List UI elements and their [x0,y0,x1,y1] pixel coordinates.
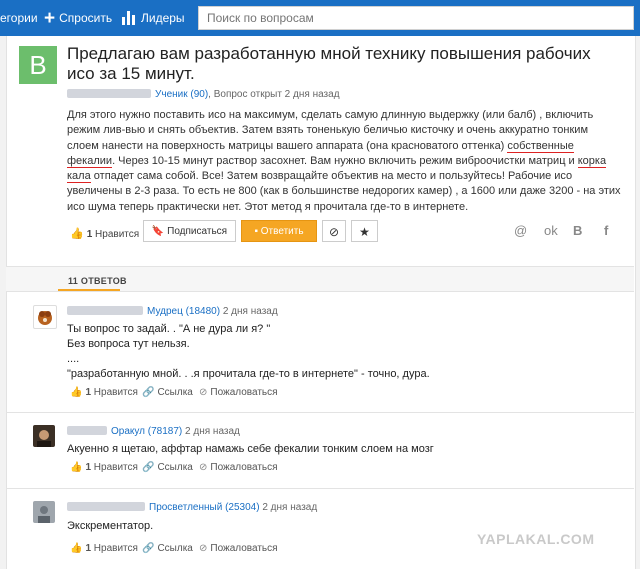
author-name-blurred[interactable] [67,306,143,315]
answer-label: Ответить [260,226,304,237]
answer-link-button[interactable]: 🔗 Ссылка [142,387,193,398]
bookmark-icon: 🔖 [151,226,165,237]
thumbs-up-icon: 👍 [70,462,83,473]
answer-divider [6,412,634,413]
question-title: Предлагаю вам разработанную мной технику… [67,44,591,83]
answer-time: 2 дня назад [185,426,240,437]
block-icon: ⊘ [199,387,208,398]
author-name-blurred[interactable] [67,89,151,98]
answer-link-button[interactable]: 🔗 Ссылка [142,462,193,473]
share-email-icon[interactable]: @ [514,223,527,238]
plus-icon: + [44,8,56,29]
answer-button[interactable]: ▪ Ответить [241,220,317,242]
answers-tab-underline [58,289,120,291]
author-name-blurred[interactable] [67,502,145,511]
like-count: 1 [86,229,93,240]
like-label: Нравится [95,229,140,240]
subscribe-button[interactable]: 🔖 Подписаться [143,220,236,242]
answer-divider [6,488,634,489]
comment-icon: ▪ [254,226,258,237]
block-button[interactable]: ⊘ [322,220,346,242]
share-facebook-icon[interactable]: f [604,223,608,238]
author-rank[interactable]: Ученик (90) [155,89,208,100]
answer-text: Акуенно я щетаю, аффтар намажь себе фека… [67,443,434,455]
avatar[interactable] [33,425,55,447]
avatar[interactable] [33,501,55,523]
author-rank[interactable]: Мудрец (18480) [147,306,220,317]
question-like-button[interactable]: 👍 1 Нравится [70,227,139,240]
answer-complain-button[interactable]: ⊘ Пожаловаться [199,543,278,554]
avatar[interactable] [33,305,57,329]
favorite-button[interactable]: ★ [351,220,378,242]
author-name-blurred[interactable] [67,426,107,435]
subscribe-label: Подписаться [167,226,228,237]
thumbs-up-icon: 👍 [70,543,83,554]
nav-ask[interactable]: + Спросить [44,0,112,36]
answer-text: Экскрементатор. [67,520,154,532]
leaders-chart-icon [122,11,136,25]
answers-count-tab[interactable]: 11 ОТВЕТОВ [68,276,127,286]
nav-ask-label: Спросить [59,11,113,25]
site-watermark: YAPLAKAL.COM [477,531,595,547]
answer-meta: Просветленный (25304) 2 дня назад [67,502,317,513]
answer-meta: Мудрец (18480) 2 дня назад [67,306,278,317]
answer-complain-button[interactable]: ⊘ Пожаловаться [199,387,278,398]
nav-leaders-label: Лидеры [141,11,185,25]
link-icon: 🔗 [142,387,155,398]
search-input[interactable] [198,6,634,30]
answer-like-button[interactable]: 👍 1 Нравится [70,462,138,473]
author-rank[interactable]: Оракул (78187) [111,426,182,437]
question-meta: Ученик (90), Вопрос открыт 2 дня назад [67,89,340,100]
nav-leaders[interactable]: Лидеры [122,0,185,36]
link-icon: 🔗 [142,462,155,473]
thumbs-up-icon: 👍 [70,387,83,398]
answer-meta: Оракул (78187) 2 дня назад [67,426,240,437]
block-icon: ⊘ [199,543,208,554]
answer-time: 2 дня назад [262,502,318,513]
question-body: Для этого нужно поставить исо на максиму… [67,109,621,213]
author-rank[interactable]: Просветленный (25304) [149,502,260,513]
thumbs-up-icon: 👍 [70,228,84,240]
answer-text: Ты вопрос то задай. . "А не дура ли я? "… [67,323,430,380]
answer-like-button[interactable]: 👍 1 Нравится [70,387,138,398]
answer-complain-button[interactable]: ⊘ Пожаловаться [199,462,278,473]
block-icon: ⊘ [328,225,340,239]
question-opened-time: , Вопрос открыт 2 дня назад [208,89,340,100]
answer-like-button[interactable]: 👍 1 Нравится [70,543,138,554]
share-vk-icon[interactable]: B [573,223,582,238]
nav-categories[interactable]: егории [0,0,38,36]
avatar[interactable]: B [19,46,57,84]
top-navigation-bar: егории + Спросить Лидеры [0,0,640,36]
block-icon: ⊘ [199,462,208,473]
answer-time: 2 дня назад [222,306,278,317]
answer-link-button[interactable]: 🔗 Ссылка [142,543,193,554]
share-odnoklassniki-icon[interactable]: ok [544,223,558,238]
star-icon: ★ [359,225,370,239]
link-icon: 🔗 [142,543,155,554]
